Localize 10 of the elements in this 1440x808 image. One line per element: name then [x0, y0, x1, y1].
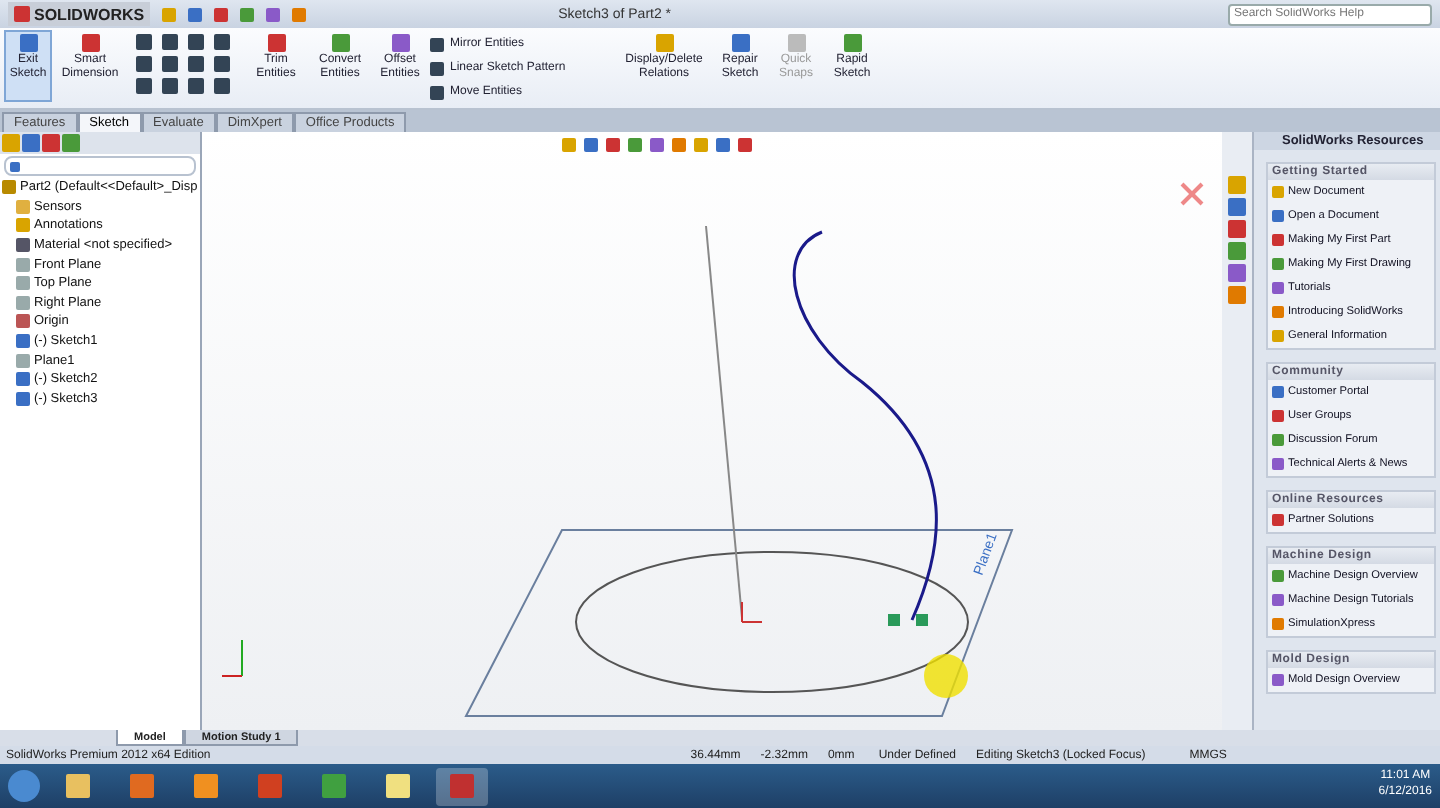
cursor-highlight [924, 654, 968, 698]
start-button[interactable] [8, 770, 40, 802]
filter-field[interactable] [4, 156, 196, 176]
close-icon[interactable] [1180, 182, 1204, 206]
point-handle [916, 614, 928, 626]
point-handle [888, 614, 900, 626]
app-logo[interactable]: SOLIDWORKS [8, 2, 151, 26]
part-icon [2, 180, 16, 195]
origin-icon [741, 601, 763, 623]
axis-triad-icon [221, 639, 243, 677]
